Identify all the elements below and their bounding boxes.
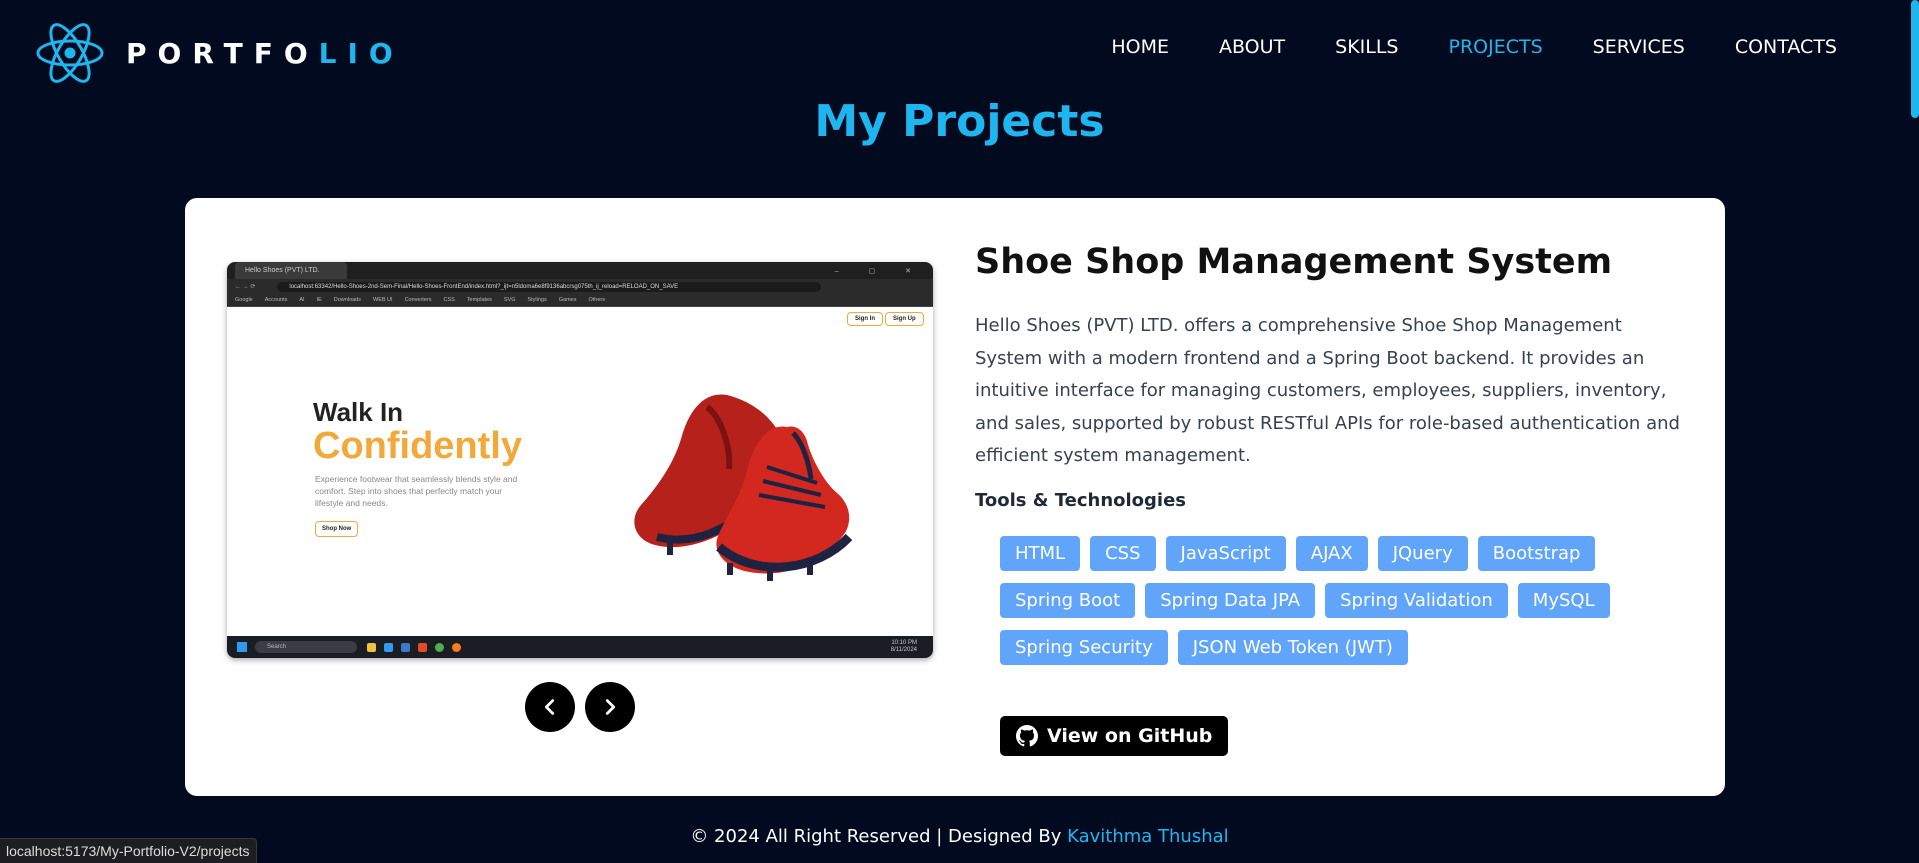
project-screenshot: Hello Shoes (PVT) LTD. – ▢ ✕ ← → ⟳ local…	[227, 262, 933, 658]
nav-about[interactable]: ABOUT	[1219, 36, 1285, 58]
taskbar-icons	[367, 642, 461, 652]
tool-tag: CSS	[1090, 536, 1156, 571]
tools-heading: Tools & Technologies	[975, 490, 1187, 511]
project-card: Hello Shoes (PVT) LTD. – ▢ ✕ ← → ⟳ local…	[185, 198, 1725, 796]
tool-tag: Spring Security	[1000, 630, 1168, 665]
nav-skills[interactable]: SKILLS	[1335, 36, 1398, 58]
browser-tab: Hello Shoes (PVT) LTD.	[235, 262, 347, 279]
bookmark: Stylings	[527, 297, 547, 303]
logo-text-accent: LIO	[318, 36, 404, 70]
tools-list: HTML CSS JavaScript AJAX JQuery Bootstra…	[1000, 536, 1640, 665]
nav-contacts[interactable]: CONTACTS	[1735, 36, 1837, 58]
tool-tag: MySQL	[1517, 583, 1610, 618]
folder-icon	[367, 642, 376, 652]
screenshot-taskbar: Search 10:10 PM 8/11/2024	[227, 636, 933, 658]
logo-text: PORTFOLIO	[126, 37, 404, 70]
nav-home[interactable]: HOME	[1111, 36, 1169, 58]
nav-arrows-icon: ← → ⟳	[235, 284, 256, 290]
browser-address-bar: ← → ⟳ localhost:63342/Hello-Shoes-2nd-Se…	[227, 279, 933, 294]
chevron-right-icon	[605, 699, 616, 715]
store-icon	[384, 642, 393, 652]
bookmark: Others	[588, 297, 605, 303]
main-nav: HOME ABOUT SKILLS PROJECTS SERVICES CONT…	[1111, 36, 1837, 58]
screenshot-headline-1: Walk In	[313, 397, 404, 427]
windows-start-icon	[237, 642, 247, 652]
react-atom-icon	[36, 23, 104, 83]
nav-services[interactable]: SERVICES	[1593, 36, 1685, 58]
taskbar-clock: 10:10 PM 8/11/2024	[891, 640, 917, 654]
tool-tag: Spring Validation	[1325, 583, 1508, 618]
taskbar-search: Search	[255, 641, 357, 653]
footer-author-link[interactable]: Kavithma Thushal	[1067, 826, 1229, 847]
bookmark: Downloads	[333, 297, 361, 303]
bookmark: CSS	[443, 297, 455, 303]
screenshot-headline-2: Confidently	[313, 425, 522, 467]
chrome-icon	[435, 642, 444, 652]
bookmark: AI	[299, 297, 305, 303]
vscode-icon	[401, 642, 410, 652]
tool-tag: JSON Web Token (JWT)	[1177, 630, 1408, 665]
bookmark: IE	[316, 297, 322, 303]
logo[interactable]: PORTFOLIO	[36, 20, 404, 86]
bookmark: Games	[558, 297, 577, 303]
section-title: My Projects	[814, 96, 1105, 147]
project-description: Hello Shoes (PVT) LTD. offers a comprehe…	[975, 315, 1680, 466]
view-on-github-button[interactable]: View on GitHub	[1000, 716, 1229, 756]
bookmark: Templates	[466, 297, 492, 303]
tool-tag: Bootstrap	[1477, 536, 1596, 571]
screenshot-text: Experience footwear that seamlessly blen…	[315, 474, 518, 508]
taskbar-date: 8/11/2024	[890, 647, 917, 653]
bookmark: Accounts	[264, 297, 288, 303]
nav-projects[interactable]: PROJECTS	[1449, 36, 1543, 58]
bookmark: SVG	[503, 297, 516, 303]
tool-tag: Spring Data JPA	[1145, 583, 1316, 618]
screenshot-page: Sign In Sign Up Walk In Confidently Expe…	[227, 307, 933, 626]
firefox-icon	[452, 642, 461, 652]
carousel-prev-button[interactable]	[525, 682, 575, 732]
footer-text: © 2024 All Right Reserved | Designed By	[690, 826, 1068, 847]
screenshot-shop-now: Shop Now	[315, 521, 359, 537]
shoe-image	[634, 394, 853, 581]
bookmark-bar: Google Accounts AI IE Downloads WEB UI C…	[227, 294, 933, 307]
bookmark: Google	[235, 297, 253, 303]
browser-tab-bar: Hello Shoes (PVT) LTD. – ▢ ✕	[227, 262, 933, 279]
bookmark: WEB UI	[373, 297, 393, 303]
screenshot-sign-in: Sign In	[847, 312, 883, 326]
browser-url: localhost:63342/Hello-Shoes-2nd-Sem-Fina…	[277, 281, 822, 292]
tool-tag: Spring Boot	[1000, 583, 1136, 618]
tool-tag: AJAX	[1295, 536, 1368, 571]
window-controls: – ▢ ✕	[834, 267, 925, 275]
carousel-next-button[interactable]	[585, 682, 635, 732]
chevron-left-icon	[544, 699, 555, 715]
tool-tag: HTML	[1000, 536, 1081, 571]
bookmark: Converters	[404, 297, 432, 303]
tool-tag: JQuery	[1377, 536, 1468, 571]
tool-tag: JavaScript	[1165, 536, 1286, 571]
app-icon	[418, 642, 427, 652]
browser-status-bar: localhost:5173/My-Portfolio-V2/projects	[0, 838, 257, 863]
github-icon	[1016, 725, 1038, 747]
footer: © 2024 All Right Reserved | Designed By …	[0, 826, 1919, 847]
project-title: Shoe Shop Management System	[975, 242, 1613, 282]
screenshot-sign-up: Sign Up	[885, 312, 924, 326]
logo-text-main: PORTFO	[126, 36, 319, 70]
taskbar-time: 10:10 PM	[891, 640, 917, 646]
github-button-label: View on GitHub	[1047, 725, 1213, 747]
